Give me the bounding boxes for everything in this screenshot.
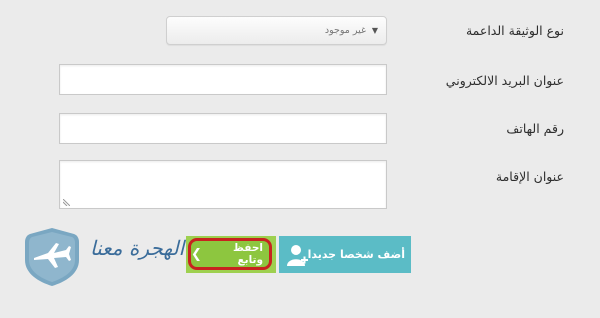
save-button-wrapper: احفظ وتابع ❯: [186, 236, 276, 273]
doc-type-select[interactable]: غير موجود ▼: [166, 16, 387, 45]
resize-grip-icon[interactable]: [63, 199, 70, 206]
address-label: عنوان الإقامة: [495, 169, 564, 184]
add-person-button[interactable]: أضف شخصا جديدا: [279, 236, 411, 273]
phone-label: رقم الهاتف: [506, 121, 564, 136]
email-field[interactable]: [59, 64, 387, 95]
address-textarea[interactable]: [59, 160, 387, 209]
phone-field[interactable]: [59, 113, 387, 144]
brand-text: الهجرة معنا: [90, 236, 185, 260]
save-continue-button-label: احفظ وتابع: [233, 242, 263, 266]
doc-type-select-value: غير موجود: [324, 25, 366, 36]
add-person-button-label: أضف شخصا جديدا: [307, 248, 405, 261]
email-label: عنوان البريد الالكتروني: [445, 73, 564, 88]
add-user-icon: [286, 244, 308, 266]
doc-type-label: نوع الوثيقة الداعمة: [465, 23, 564, 38]
chevron-down-icon: ▼: [371, 26, 378, 35]
save-continue-button[interactable]: احفظ وتابع ❯: [188, 238, 272, 270]
airplane-shield-icon: [25, 228, 79, 286]
chevron-right-icon: ❯: [191, 246, 202, 262]
